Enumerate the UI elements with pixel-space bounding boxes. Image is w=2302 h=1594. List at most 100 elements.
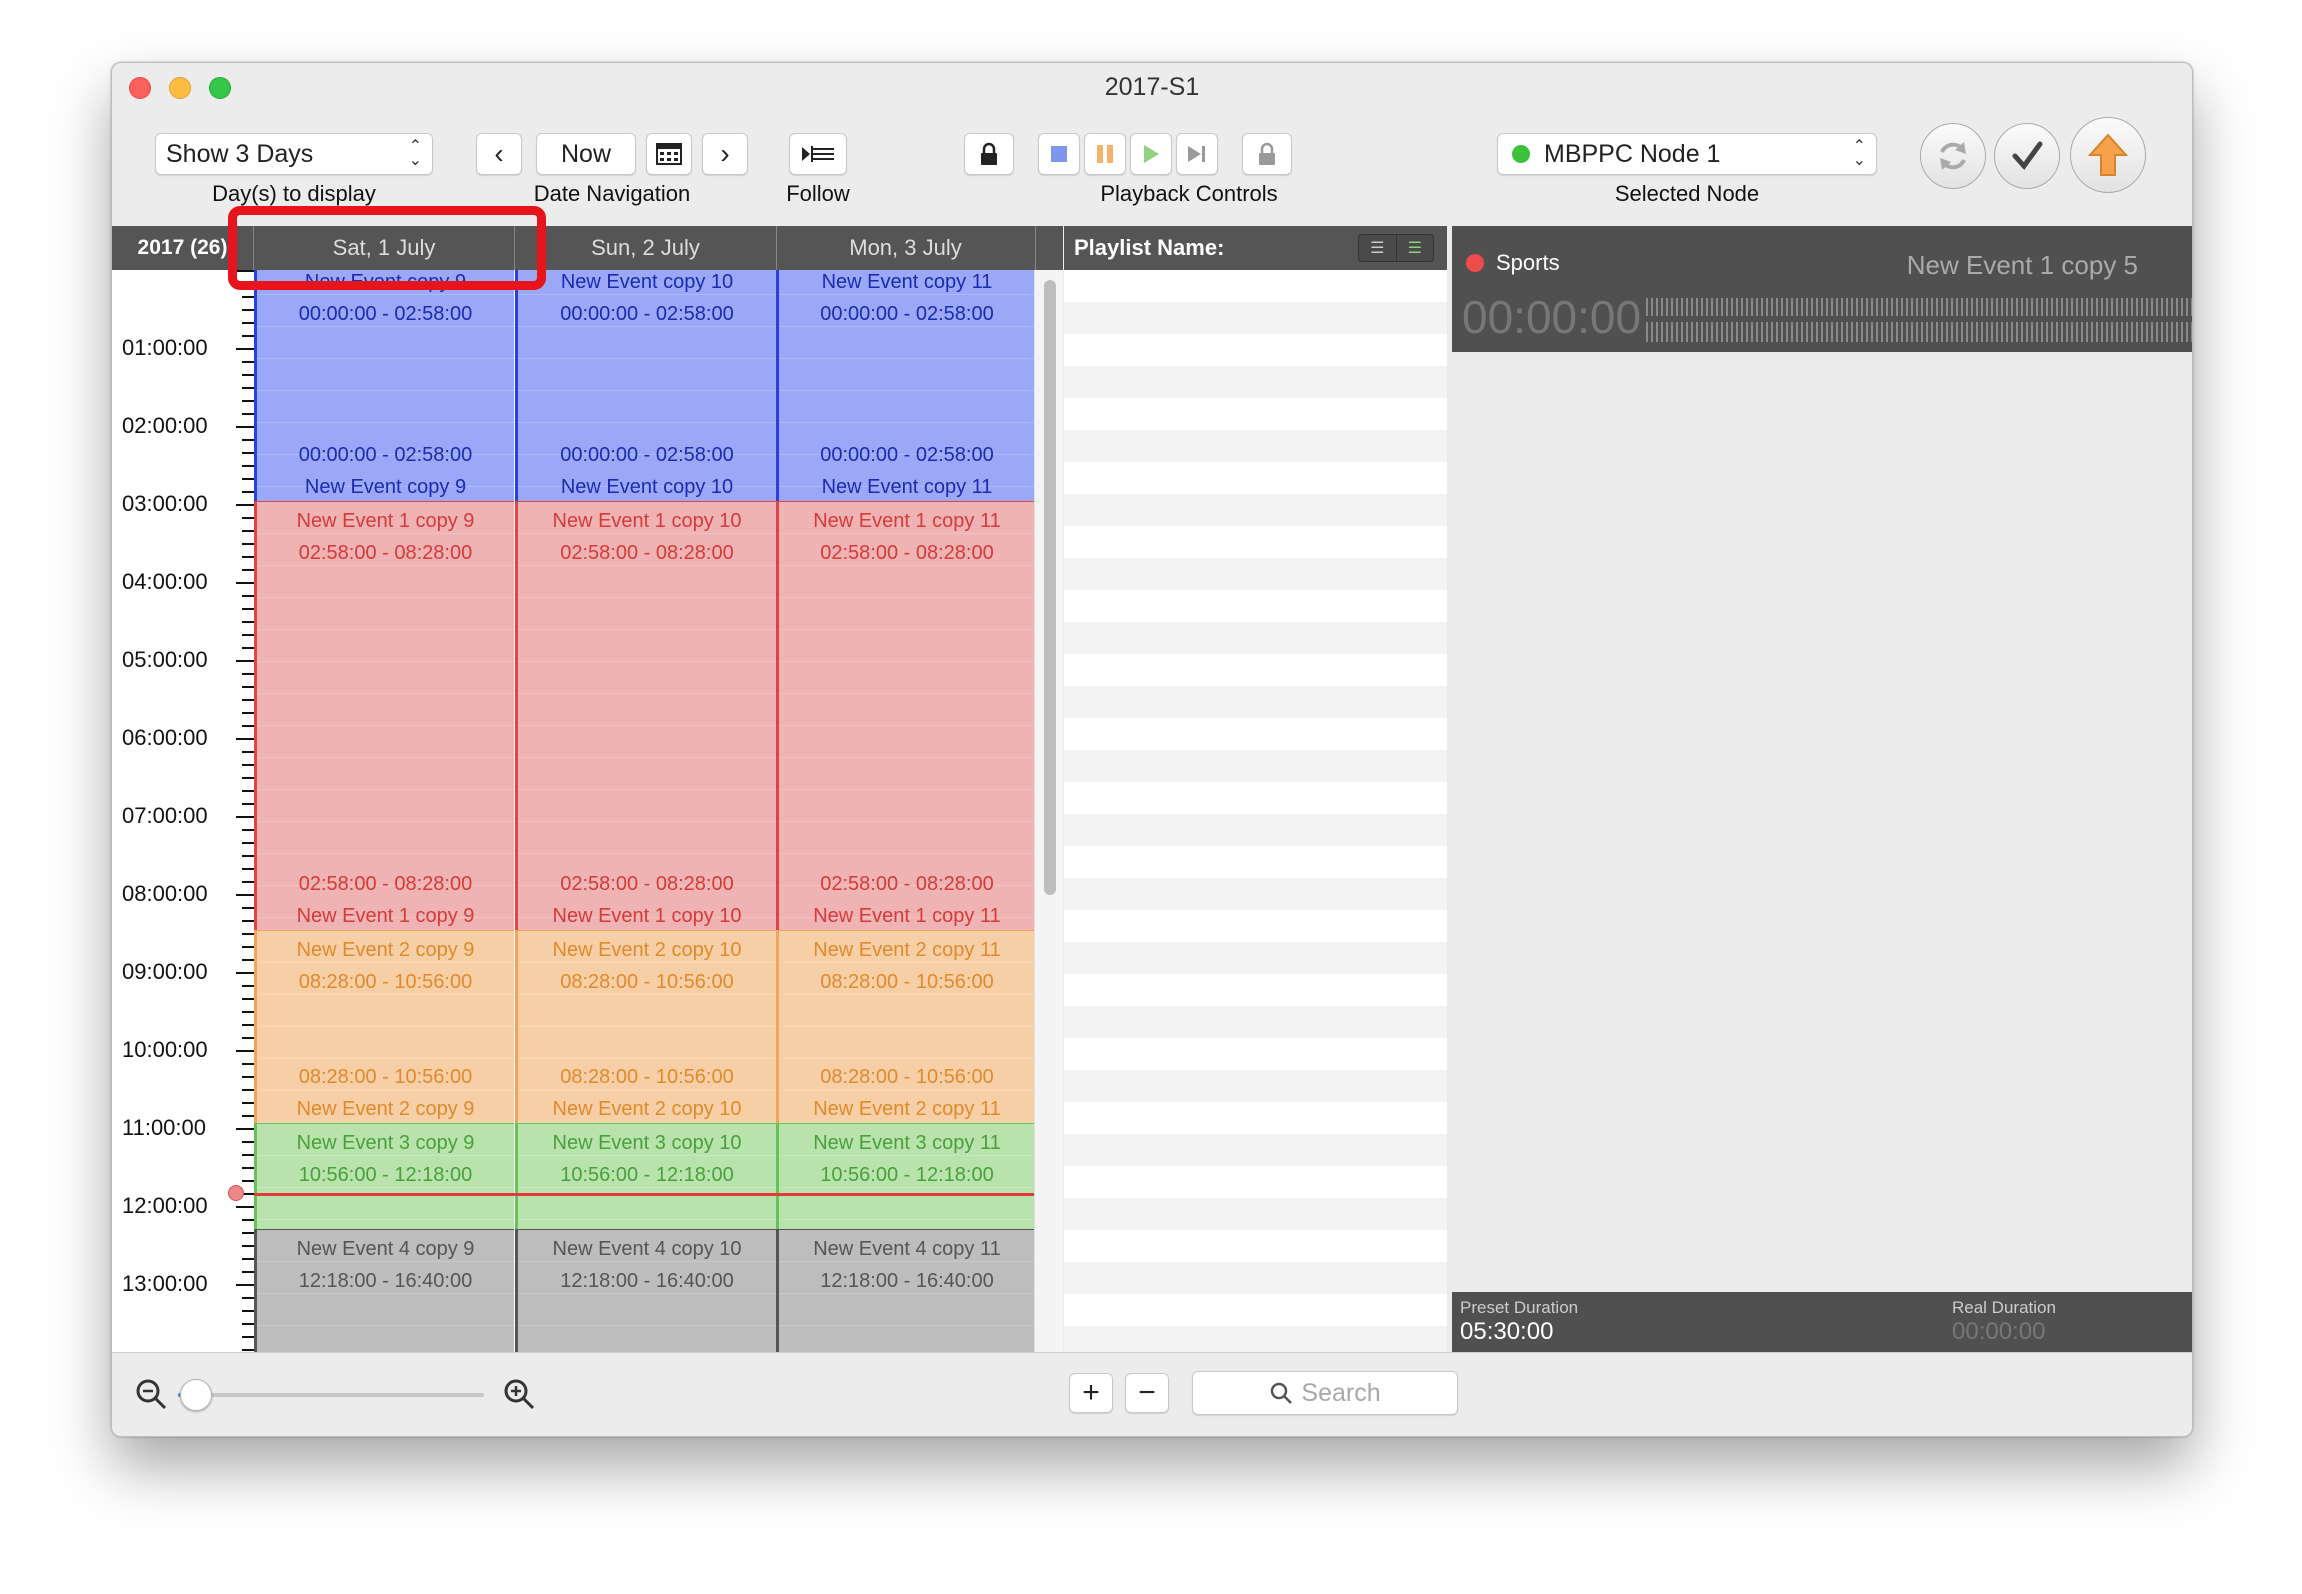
add-playlist-button[interactable]: + (1069, 1373, 1113, 1413)
ruler-tick (242, 387, 254, 389)
event-block[interactable]: New Event 2 copy 11 08:28:00 - 10:56:00 08… (776, 930, 1034, 1123)
next-day-button[interactable]: › (702, 133, 748, 175)
ruler-tick (242, 1154, 254, 1156)
zoom-in-icon[interactable] (502, 1377, 536, 1411)
stop-button[interactable] (1038, 133, 1080, 175)
playlist-row[interactable] (1064, 1198, 1447, 1230)
days-select-value: Show 3 Days (166, 139, 314, 168)
confirm-button[interactable] (1994, 123, 2060, 189)
ruler-tick (242, 1180, 254, 1182)
ruler-tick (242, 1011, 254, 1013)
playlist-row[interactable] (1064, 974, 1447, 1006)
playlist-row[interactable] (1064, 398, 1447, 430)
lock-right-button[interactable] (1242, 133, 1292, 175)
playlist-row[interactable] (1064, 1230, 1447, 1262)
playlist-row[interactable] (1064, 942, 1447, 974)
date-nav-caption: Date Navigation (533, 181, 691, 206)
event-block[interactable]: New Event 3 copy 9 10:56:00 - 12:18:00 (254, 1122, 514, 1230)
skip-next-button[interactable] (1176, 133, 1218, 175)
remove-playlist-button[interactable]: − (1125, 1373, 1169, 1413)
playlist-row[interactable] (1064, 334, 1447, 366)
calendar-button[interactable] (646, 133, 692, 175)
list-icon: ☰ (1359, 235, 1397, 261)
hour-label: 03:00:00 (122, 491, 208, 516)
playlist-row[interactable] (1064, 1326, 1447, 1352)
playlist-row[interactable] (1064, 622, 1447, 654)
playlist-row[interactable] (1064, 878, 1447, 910)
event-time: 12:18:00 - 16:40:00 (298, 1270, 473, 1293)
playlist-row[interactable] (1064, 494, 1447, 526)
event-time-end: 02:58:00 - 08:28:00 (820, 873, 994, 896)
event-block[interactable]: New Event 1 copy 11 02:58:00 - 08:28:00 02… (776, 501, 1034, 931)
playlist-row[interactable] (1064, 910, 1447, 942)
event-block[interactable]: New Event 2 copy 9 08:28:00 - 10:56:00 08:… (254, 930, 514, 1123)
playlist-row[interactable] (1064, 1070, 1447, 1102)
event-block[interactable]: New Event 1 copy 10 02:58:00 - 08:28:00 02… (515, 501, 776, 931)
refresh-button[interactable] (1920, 123, 1986, 189)
playlist-row[interactable] (1064, 1166, 1447, 1198)
pause-button[interactable] (1084, 133, 1126, 175)
playlist-row[interactable] (1064, 1038, 1447, 1070)
event-block[interactable]: New Event copy 10 00:00:00 - 02:58:00 00:0… (515, 270, 776, 502)
ruler-tick (242, 1141, 254, 1143)
playlist-row[interactable] (1064, 590, 1447, 622)
list-view-toggle[interactable]: ☰ ☰ (1358, 234, 1434, 262)
event-block[interactable]: New Event copy 9 00:00:00 - 02:58:00 00:00… (254, 270, 514, 502)
stop-icon (1051, 146, 1067, 162)
playlist-row[interactable] (1064, 654, 1447, 686)
playlist-row[interactable] (1064, 686, 1447, 718)
ruler-tick (242, 920, 254, 922)
event-block[interactable]: New Event 4 copy 9 12:18:00 - 16:40:00 (254, 1229, 514, 1352)
hour-label: 06:00:00 (122, 725, 208, 750)
event-name: New Event 4 copy 10 (552, 1238, 742, 1261)
playlist-row[interactable] (1064, 814, 1447, 846)
event-block[interactable]: New Event 4 copy 11 12:18:00 - 16:40:00 (776, 1229, 1034, 1352)
node-caption: Selected Node (1614, 181, 1760, 206)
playlist-row[interactable] (1064, 526, 1447, 558)
upload-button[interactable] (2070, 117, 2146, 193)
playlist-row[interactable] (1064, 366, 1447, 398)
zoom-slider-track[interactable] (178, 1393, 484, 1397)
day-header[interactable]: Mon, 3 July (776, 226, 1036, 270)
follow-button[interactable] (789, 133, 847, 175)
event-name-end: New Event 2 copy 9 (296, 1097, 475, 1120)
playlist-row[interactable] (1064, 302, 1447, 334)
playlist-search[interactable]: Search (1192, 1371, 1458, 1415)
node-select[interactable]: MBPPC Node 1 ⌃ ⌄ (1497, 133, 1877, 175)
event-name: New Event 1 copy 9 (296, 510, 475, 533)
ruler-tick (242, 946, 254, 948)
event-block[interactable]: New Event 3 copy 10 10:56:00 - 12:18:00 (515, 1122, 776, 1230)
playlist-row[interactable] (1064, 846, 1447, 878)
playlist-row[interactable] (1064, 270, 1447, 302)
event-block[interactable]: New Event copy 11 00:00:00 - 02:58:00 00:0… (776, 270, 1034, 502)
playlist-row[interactable] (1064, 430, 1447, 462)
lock-left-button[interactable] (964, 133, 1014, 175)
days-select[interactable]: Show 3 Days ⌃ ⌄ (155, 133, 433, 175)
playlist-row[interactable] (1064, 1006, 1447, 1038)
event-block[interactable]: New Event 2 copy 10 08:28:00 - 10:56:00 08… (515, 930, 776, 1123)
zoom-out-icon[interactable] (134, 1377, 168, 1411)
grid-scrollbar[interactable] (1034, 270, 1063, 1352)
play-button[interactable] (1130, 133, 1172, 175)
playlist-row[interactable] (1064, 1262, 1447, 1294)
playlist-row[interactable] (1064, 558, 1447, 590)
event-block[interactable]: New Event 3 copy 11 10:56:00 - 12:18:00 (776, 1122, 1034, 1230)
ruler-tick (242, 764, 254, 766)
event-name: New Event 3 copy 10 (552, 1131, 742, 1154)
chevron-right-icon: › (720, 138, 730, 169)
playlist-row[interactable] (1064, 1102, 1447, 1134)
now-button[interactable]: Now (536, 133, 636, 175)
playlist-row[interactable] (1064, 718, 1447, 750)
ruler-tick (242, 686, 254, 688)
playlist-row[interactable] (1064, 462, 1447, 494)
prev-day-button[interactable]: ‹ (476, 133, 522, 175)
scrollbar-thumb[interactable] (1044, 280, 1056, 895)
playlist-row[interactable] (1064, 1294, 1447, 1326)
playlist-row[interactable] (1064, 750, 1447, 782)
day-header[interactable]: Sun, 2 July (515, 226, 777, 270)
playlist-row[interactable] (1064, 782, 1447, 814)
zoom-slider-knob[interactable] (180, 1379, 212, 1411)
playlist-row[interactable] (1064, 1134, 1447, 1166)
event-block[interactable]: New Event 4 copy 10 12:18:00 - 16:40:00 (515, 1229, 776, 1352)
event-block[interactable]: New Event 1 copy 9 02:58:00 - 08:28:00 02:… (254, 501, 514, 931)
